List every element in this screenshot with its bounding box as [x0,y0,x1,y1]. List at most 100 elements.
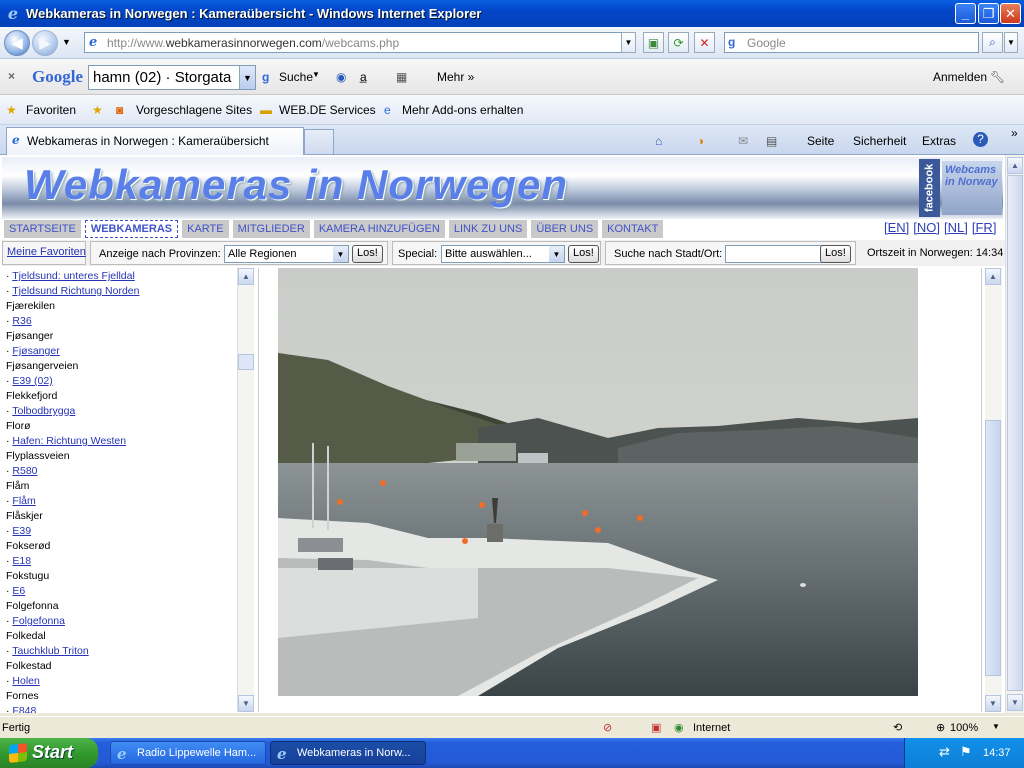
scroll-down-icon[interactable]: ▼ [1007,694,1023,711]
google-dropdown-icon[interactable]: ▼ [239,66,255,89]
menu-item-karte[interactable]: KARTE [182,220,229,238]
home-icon[interactable]: ⌂ [655,134,662,148]
scroll-thumb[interactable] [1007,175,1023,691]
menu-item-mitglieder[interactable]: MITGLIEDER [232,220,310,238]
back-button[interactable]: ◀ [4,30,30,56]
camera-link[interactable]: Flåm [12,495,35,507]
camera-link[interactable]: F848 [12,705,36,713]
search-options-icon[interactable]: ▼ [1004,32,1018,53]
camera-link[interactable]: Holen [12,675,39,687]
zoom-level[interactable]: 100% [950,722,978,734]
chevron-more-icon[interactable]: » [1011,126,1018,140]
maximize-button[interactable]: ❐ [978,3,999,24]
search-dropdown-icon[interactable]: ▼ [312,70,320,79]
window-scrollbar[interactable]: ▲ ▼ [1005,155,1024,713]
webcam-image[interactable] [278,268,918,696]
my-favorites-link[interactable]: Meine Favoriten [7,246,86,258]
camera-link[interactable]: R580 [12,465,37,477]
mail-icon[interactable]: ✉ [738,134,748,148]
camera-link[interactable]: E6 [12,585,25,597]
taskbar-item-webkameras[interactable]: e Webkameras in Norw... [270,741,426,765]
city-go-button[interactable]: Los! [820,245,851,263]
language-link[interactable]: [FR] [972,220,997,235]
form-fill-icon[interactable]: ▦ [396,70,407,84]
window-title-bar[interactable]: e Webkameras in Norwegen : Kameraübersic… [0,0,1024,27]
special-select[interactable]: Bitte auswählen... ▼ [441,245,565,263]
history-dropdown-icon[interactable]: ▼ [62,37,71,47]
menu-item-webkameras[interactable]: WEBKAMERAS [84,220,179,238]
popup-icon[interactable]: ⟲ [893,721,902,734]
camera-link[interactable]: Folgefonna [12,615,65,627]
stop-icon[interactable]: ✕ [694,32,715,53]
refresh-icon[interactable]: ⟳ [668,32,689,53]
address-dropdown-icon[interactable]: ▼ [621,32,636,53]
menu-item-link-zu-uns[interactable]: LINK ZU UNS [448,220,528,238]
compat-view-icon[interactable]: ▣ [643,32,664,53]
scroll-up-icon[interactable]: ▲ [985,268,1001,285]
menu-item-kamera-hinzufügen[interactable]: KAMERA HINZUFÜGEN [313,220,445,238]
camera-link[interactable]: Hafen: Richtung Westen [12,435,126,447]
scroll-thumb[interactable] [985,420,1001,676]
privacy-icon[interactable]: ⊘ [603,721,612,734]
new-tab-button[interactable] [304,129,334,154]
camera-link[interactable]: Tjeldsund: unteres Fjelldal [12,270,135,282]
camera-link[interactable]: Tolbodbrygga [12,405,75,417]
scroll-down-icon[interactable]: ▼ [238,695,254,712]
language-link[interactable]: [NO] [913,220,940,235]
help-icon[interactable]: ? [973,132,988,147]
special-go-button[interactable]: Los! [568,245,599,263]
zoom-icon[interactable]: ⊕ [936,721,945,734]
webcams-norway-badge[interactable]: Webcams in Norway [942,161,1002,215]
clock[interactable]: 14:37 [983,747,1011,759]
close-button[interactable]: ✕ [1000,3,1021,24]
camera-link[interactable]: Fjøsanger [12,345,59,357]
page-content-scrollbar[interactable]: ▲ ▼ [985,268,1002,712]
signin-button[interactable]: Anmelden [933,70,987,84]
addons-link[interactable]: Mehr Add-ons erhalten [402,103,523,117]
address-input[interactable]: e http://www. webkamerasinnorwegen.com/we… [84,32,636,53]
toolbar-close-icon[interactable]: × [8,69,15,83]
globe-icon[interactable]: ◉ [336,70,346,84]
camera-link[interactable]: Tjeldsund Richtung Norden [12,285,139,297]
google-search-input[interactable]: hamn (02) · Storgata [88,65,256,90]
camera-link[interactable]: E39 (02) [12,375,52,387]
google-search-button[interactable]: Suche [279,70,313,84]
search-go-icon[interactable]: ⌕ [982,32,1003,53]
camera-link[interactable]: Tauchklub Triton [12,645,88,657]
scroll-down-icon[interactable]: ▼ [985,695,1001,712]
scroll-up-icon[interactable]: ▲ [1007,157,1023,174]
security-tray-icon[interactable]: ⚑ [960,744,972,760]
feeds-icon[interactable]: ◗ [698,134,705,148]
google-logo[interactable]: Google [32,67,83,87]
camera-link[interactable]: E18 [12,555,31,567]
favorites-button[interactable]: Favoriten [26,103,76,117]
webde-services-link[interactable]: WEB.DE Services [279,103,376,117]
extras-menu[interactable]: Extras [922,134,956,148]
print-icon[interactable]: ▤ [766,134,777,148]
protected-mode-icon[interactable]: ▣ [651,721,661,734]
camera-link[interactable]: E39 [12,525,31,537]
language-link[interactable]: [NL] [944,220,968,235]
page-menu[interactable]: Seite [807,134,834,148]
taskbar-item-radio[interactable]: e Radio Lippewelle Ham... [110,741,266,765]
tab-webkameras[interactable]: e Webkameras in Norwegen : Kameraübersic… [6,127,304,155]
suggested-sites-link[interactable]: Vorgeschlagene Sites [136,103,252,117]
site-title[interactable]: Webkameras in Norwegen [24,161,568,209]
province-select[interactable]: Alle Regionen ▼ [224,245,349,263]
wrench-icon[interactable]: 🔧︎ [990,70,1005,84]
sidebar-scrollbar[interactable]: ▲ ▼ [237,268,254,712]
facebook-badge[interactable]: facebook [919,159,940,217]
network-icon[interactable]: ⇄ [939,744,950,760]
start-button[interactable]: Start [0,738,98,768]
language-link[interactable]: [EN] [884,220,909,235]
menu-item-über-uns[interactable]: ÜBER UNS [531,220,599,238]
province-go-button[interactable]: Los! [352,245,383,263]
forward-button[interactable]: ▶ [32,30,58,56]
more-button[interactable]: Mehr » [437,70,474,84]
minimize-button[interactable]: _ [955,3,976,24]
camera-link[interactable]: R36 [12,315,31,327]
scroll-up-icon[interactable]: ▲ [238,268,254,285]
zoom-dropdown-icon[interactable]: ▼ [992,722,1000,731]
menu-item-kontakt[interactable]: KONTAKT [602,220,664,238]
add-favorite-icon[interactable]: ★ [92,103,103,117]
